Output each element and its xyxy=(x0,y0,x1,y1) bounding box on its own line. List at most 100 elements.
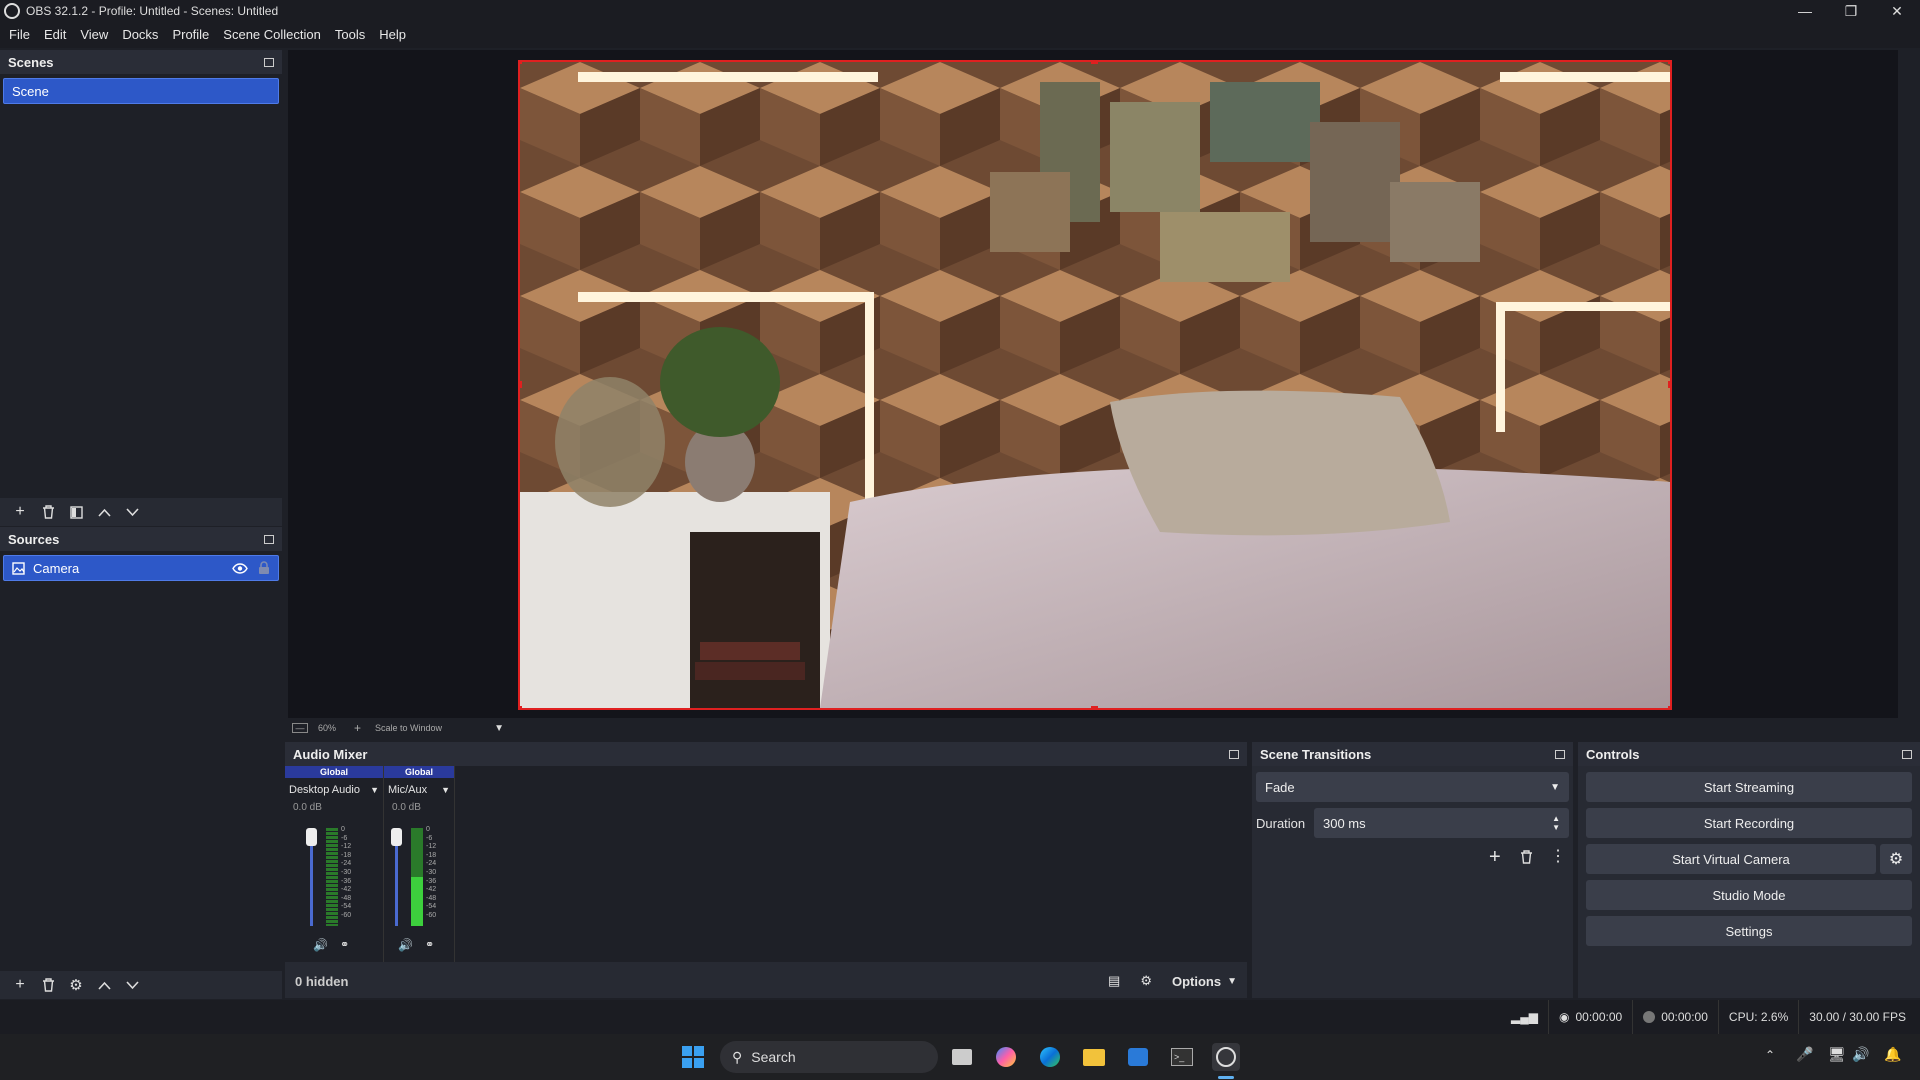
zoom-in-button[interactable]: + xyxy=(354,721,361,735)
controls-header: Controls xyxy=(1578,742,1920,766)
chevron-down-icon[interactable]: ▼ xyxy=(494,723,504,734)
menu-edit[interactable]: Edit xyxy=(37,22,73,48)
trash-icon xyxy=(42,978,54,992)
add-transition-button[interactable]: + xyxy=(1489,846,1501,869)
transition-menu-icon[interactable]: ⋮ xyxy=(1550,846,1566,866)
show-hidden-icons-icon[interactable]: ⌃ xyxy=(1765,1048,1775,1062)
undock-icon[interactable] xyxy=(1555,749,1565,759)
speaker-icon[interactable]: 🔊 xyxy=(313,938,328,952)
chevron-down-icon[interactable]: ▼ xyxy=(441,785,450,795)
copilot-icon[interactable] xyxy=(992,1043,1020,1071)
undock-icon[interactable] xyxy=(264,57,274,67)
scene-filters-button[interactable] xyxy=(62,500,90,524)
mixer-settings-icon[interactable]: ⚙ xyxy=(1140,973,1152,989)
channel-name[interactable]: Mic/Aux xyxy=(388,784,427,796)
task-view-icon[interactable] xyxy=(948,1043,976,1071)
audio-mixer-dock: Audio Mixer Global Desktop Audio ▼ 0.0 d… xyxy=(285,742,1247,998)
remove-source-button[interactable] xyxy=(34,973,62,997)
virtual-camera-settings-button[interactable]: ⚙ xyxy=(1880,844,1912,874)
windows-start-icon[interactable] xyxy=(679,1043,707,1071)
microphone-icon[interactable]: 🎤 xyxy=(1796,1046,1813,1063)
outlook-icon[interactable] xyxy=(1124,1043,1152,1071)
resize-handle[interactable] xyxy=(1668,62,1670,64)
start-virtual-camera-button[interactable]: Start Virtual Camera xyxy=(1586,844,1876,874)
volume-slider-handle[interactable] xyxy=(306,828,317,846)
notification-bell-icon[interactable]: 🔔 xyxy=(1884,1046,1901,1063)
terminal-icon[interactable]: >_ xyxy=(1168,1043,1196,1071)
layout-toggle-icon[interactable]: ▤ xyxy=(1108,973,1120,989)
move-source-down-button[interactable] xyxy=(118,973,146,997)
stream-status: ◉ 00:00:00 xyxy=(1547,1000,1632,1034)
file-explorer-icon[interactable] xyxy=(1080,1043,1108,1071)
network-icon[interactable]: 🖥 xyxy=(1828,1046,1846,1063)
studio-mode-button[interactable]: Studio Mode xyxy=(1586,880,1912,910)
duration-input[interactable]: 300 ms ▲ ▼ xyxy=(1314,808,1569,838)
menu-scene-collection[interactable]: Scene Collection xyxy=(216,22,328,48)
resize-handle[interactable] xyxy=(1668,381,1670,388)
settings-button[interactable]: Settings xyxy=(1586,916,1912,946)
menu-tools[interactable]: Tools xyxy=(328,22,372,48)
remove-transition-button[interactable] xyxy=(1520,850,1533,867)
menu-view[interactable]: View xyxy=(73,22,115,48)
transitions-header: Scene Transitions xyxy=(1252,742,1573,766)
obs-taskbar-icon[interactable] xyxy=(1212,1043,1240,1071)
taskbar-search[interactable]: ⚲ Search xyxy=(720,1041,938,1073)
scale-mode-select[interactable]: Scale to Window xyxy=(375,723,442,733)
menu-file[interactable]: File xyxy=(2,22,37,48)
add-scene-button[interactable]: + xyxy=(6,500,34,524)
undock-icon[interactable] xyxy=(264,534,274,544)
volume-icon[interactable]: 🔊 xyxy=(1852,1046,1869,1063)
resize-handle[interactable] xyxy=(1091,62,1098,64)
chevron-down-icon[interactable]: ▼ xyxy=(370,785,379,795)
restore-button[interactable]: ❐ xyxy=(1828,0,1874,22)
audio-mixer-header: Audio Mixer xyxy=(285,742,1247,766)
close-button[interactable]: ✕ xyxy=(1874,0,1920,22)
start-recording-button[interactable]: Start Recording xyxy=(1586,808,1912,838)
start-streaming-button[interactable]: Start Streaming xyxy=(1586,772,1912,802)
transition-select[interactable]: Fade ▼ xyxy=(1256,772,1569,802)
sources-title: Sources xyxy=(8,531,60,547)
scene-item[interactable]: Scene xyxy=(3,78,279,104)
sources-dock: Sources Camera + ⚙ xyxy=(0,527,282,999)
resize-handle[interactable] xyxy=(1091,706,1098,708)
spinner-icon[interactable]: ▲ ▼ xyxy=(1552,814,1560,832)
undock-icon[interactable] xyxy=(1902,749,1912,759)
chevron-down-icon: ▼ xyxy=(1550,781,1560,793)
resize-handle[interactable] xyxy=(1668,706,1670,708)
meter-scale: 0 -6 -12 -18 -24 -30 -36 -42 -48 -54 -60 xyxy=(341,826,352,919)
resize-handle[interactable] xyxy=(520,381,522,388)
mixer-footer: 0 hidden ▤ ⚙ Options ▼ xyxy=(285,966,1247,996)
lock-icon[interactable] xyxy=(258,561,270,575)
channel-name[interactable]: Desktop Audio xyxy=(289,784,360,796)
remove-scene-button[interactable] xyxy=(34,500,62,524)
headphone-monitor-icon[interactable]: ⚭ xyxy=(425,938,434,951)
minimize-button[interactable]: — xyxy=(1782,0,1828,22)
move-scene-down-button[interactable] xyxy=(118,500,146,524)
volume-slider-handle[interactable] xyxy=(391,828,402,846)
sources-toolbar: + ⚙ xyxy=(0,971,282,999)
menu-docks[interactable]: Docks xyxy=(115,22,165,48)
headphone-monitor-icon[interactable]: ⚭ xyxy=(340,938,349,951)
chevron-up-icon xyxy=(97,508,111,517)
zoom-out-button[interactable]: — xyxy=(292,723,308,733)
image-source-icon xyxy=(12,561,25,575)
camera-image xyxy=(520,62,1670,708)
volume-meter xyxy=(411,828,423,926)
move-source-up-button[interactable] xyxy=(90,973,118,997)
source-properties-button[interactable]: ⚙ xyxy=(62,973,90,997)
undock-icon[interactable] xyxy=(1229,749,1239,759)
edge-browser-icon[interactable] xyxy=(1036,1043,1064,1071)
eye-icon[interactable] xyxy=(232,562,248,574)
camera-source-canvas[interactable] xyxy=(518,60,1672,710)
meter-scale: 0 -6 -12 -18 -24 -30 -36 -42 -48 -54 -60 xyxy=(426,826,437,919)
resize-handle[interactable] xyxy=(520,62,522,64)
scene-transitions-dock: Scene Transitions Fade ▼ Duration 300 ms… xyxy=(1252,742,1573,998)
source-item[interactable]: Camera xyxy=(3,555,279,581)
options-button[interactable]: Options ▼ xyxy=(1172,974,1237,989)
menu-profile[interactable]: Profile xyxy=(165,22,216,48)
resize-handle[interactable] xyxy=(520,706,522,708)
speaker-icon[interactable]: 🔊 xyxy=(398,938,413,952)
menu-help[interactable]: Help xyxy=(372,22,413,48)
add-source-button[interactable]: + xyxy=(6,973,34,997)
move-scene-up-button[interactable] xyxy=(90,500,118,524)
